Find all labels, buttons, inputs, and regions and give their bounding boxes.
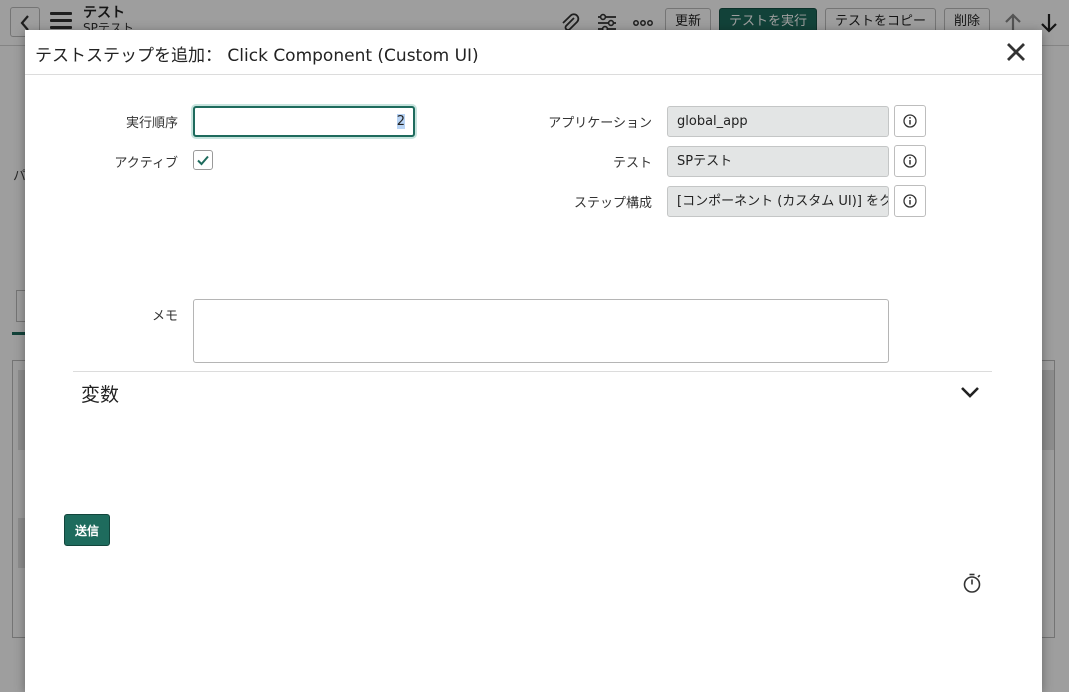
variables-section-label[interactable]: 変数 [81, 380, 119, 407]
test-field: SPテスト [667, 146, 889, 177]
info-icon [903, 154, 917, 168]
memo-textarea[interactable] [193, 299, 889, 363]
modal-title: テストステップを追加： Click Component (Custom UI) [35, 46, 479, 66]
info-icon [903, 114, 917, 128]
section-divider [73, 371, 992, 372]
application-field: global_app [667, 106, 889, 137]
step-config-field: [コンポーネント (カスタム UI)] をク [667, 186, 889, 217]
chevron-down-icon[interactable] [959, 384, 981, 400]
submit-button[interactable]: 送信 [64, 514, 110, 546]
close-icon[interactable] [1003, 39, 1029, 65]
active-checkbox[interactable] [193, 150, 213, 170]
test-label: テスト [612, 156, 652, 171]
execution-order-label: 実行順序 [125, 116, 178, 131]
memo-label: メモ [151, 309, 178, 324]
active-label: アクティブ [114, 156, 178, 171]
step-config-info-button[interactable] [894, 185, 926, 217]
execution-order-value: 2 [396, 114, 405, 129]
info-icon [903, 194, 917, 208]
test-info-button[interactable] [894, 145, 926, 177]
application-label: アプリケーション [548, 116, 652, 131]
modal-header: テストステップを追加： Click Component (Custom UI) [25, 30, 1042, 75]
add-test-step-modal: テストステップを追加： Click Component (Custom UI) … [25, 30, 1042, 692]
checkmark-icon [197, 155, 209, 166]
step-config-label: ステップ構成 [573, 196, 652, 211]
application-info-button[interactable] [894, 105, 926, 137]
execution-order-input[interactable]: 2 [193, 106, 415, 137]
stopwatch-icon[interactable] [961, 572, 983, 594]
